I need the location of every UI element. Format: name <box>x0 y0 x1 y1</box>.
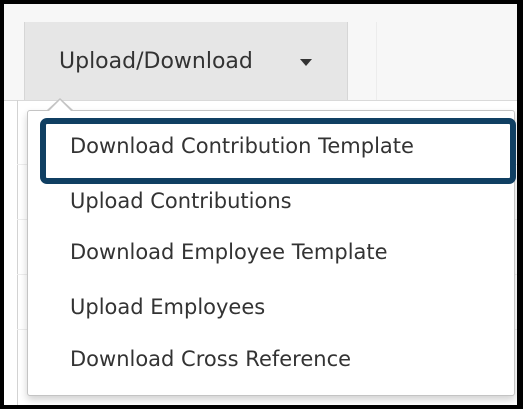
menu-item-download-employee-template[interactable]: Download Employee Template <box>70 239 388 265</box>
app-frame: Upload/Download Download Contribution Te… <box>4 4 517 405</box>
upload-download-label[interactable]: Upload/Download <box>59 49 253 75</box>
dropdown-pointer <box>49 100 71 111</box>
menu-item-download-cross-reference[interactable]: Download Cross Reference <box>70 346 351 372</box>
caret-down-icon[interactable] <box>300 59 312 66</box>
toolbar-divider <box>376 22 377 100</box>
menu-item-upload-contributions[interactable]: Upload Contributions <box>70 188 292 214</box>
content-left-border <box>17 100 18 405</box>
highlight-callout <box>40 118 516 184</box>
menu-item-upload-employees[interactable]: Upload Employees <box>70 294 265 320</box>
